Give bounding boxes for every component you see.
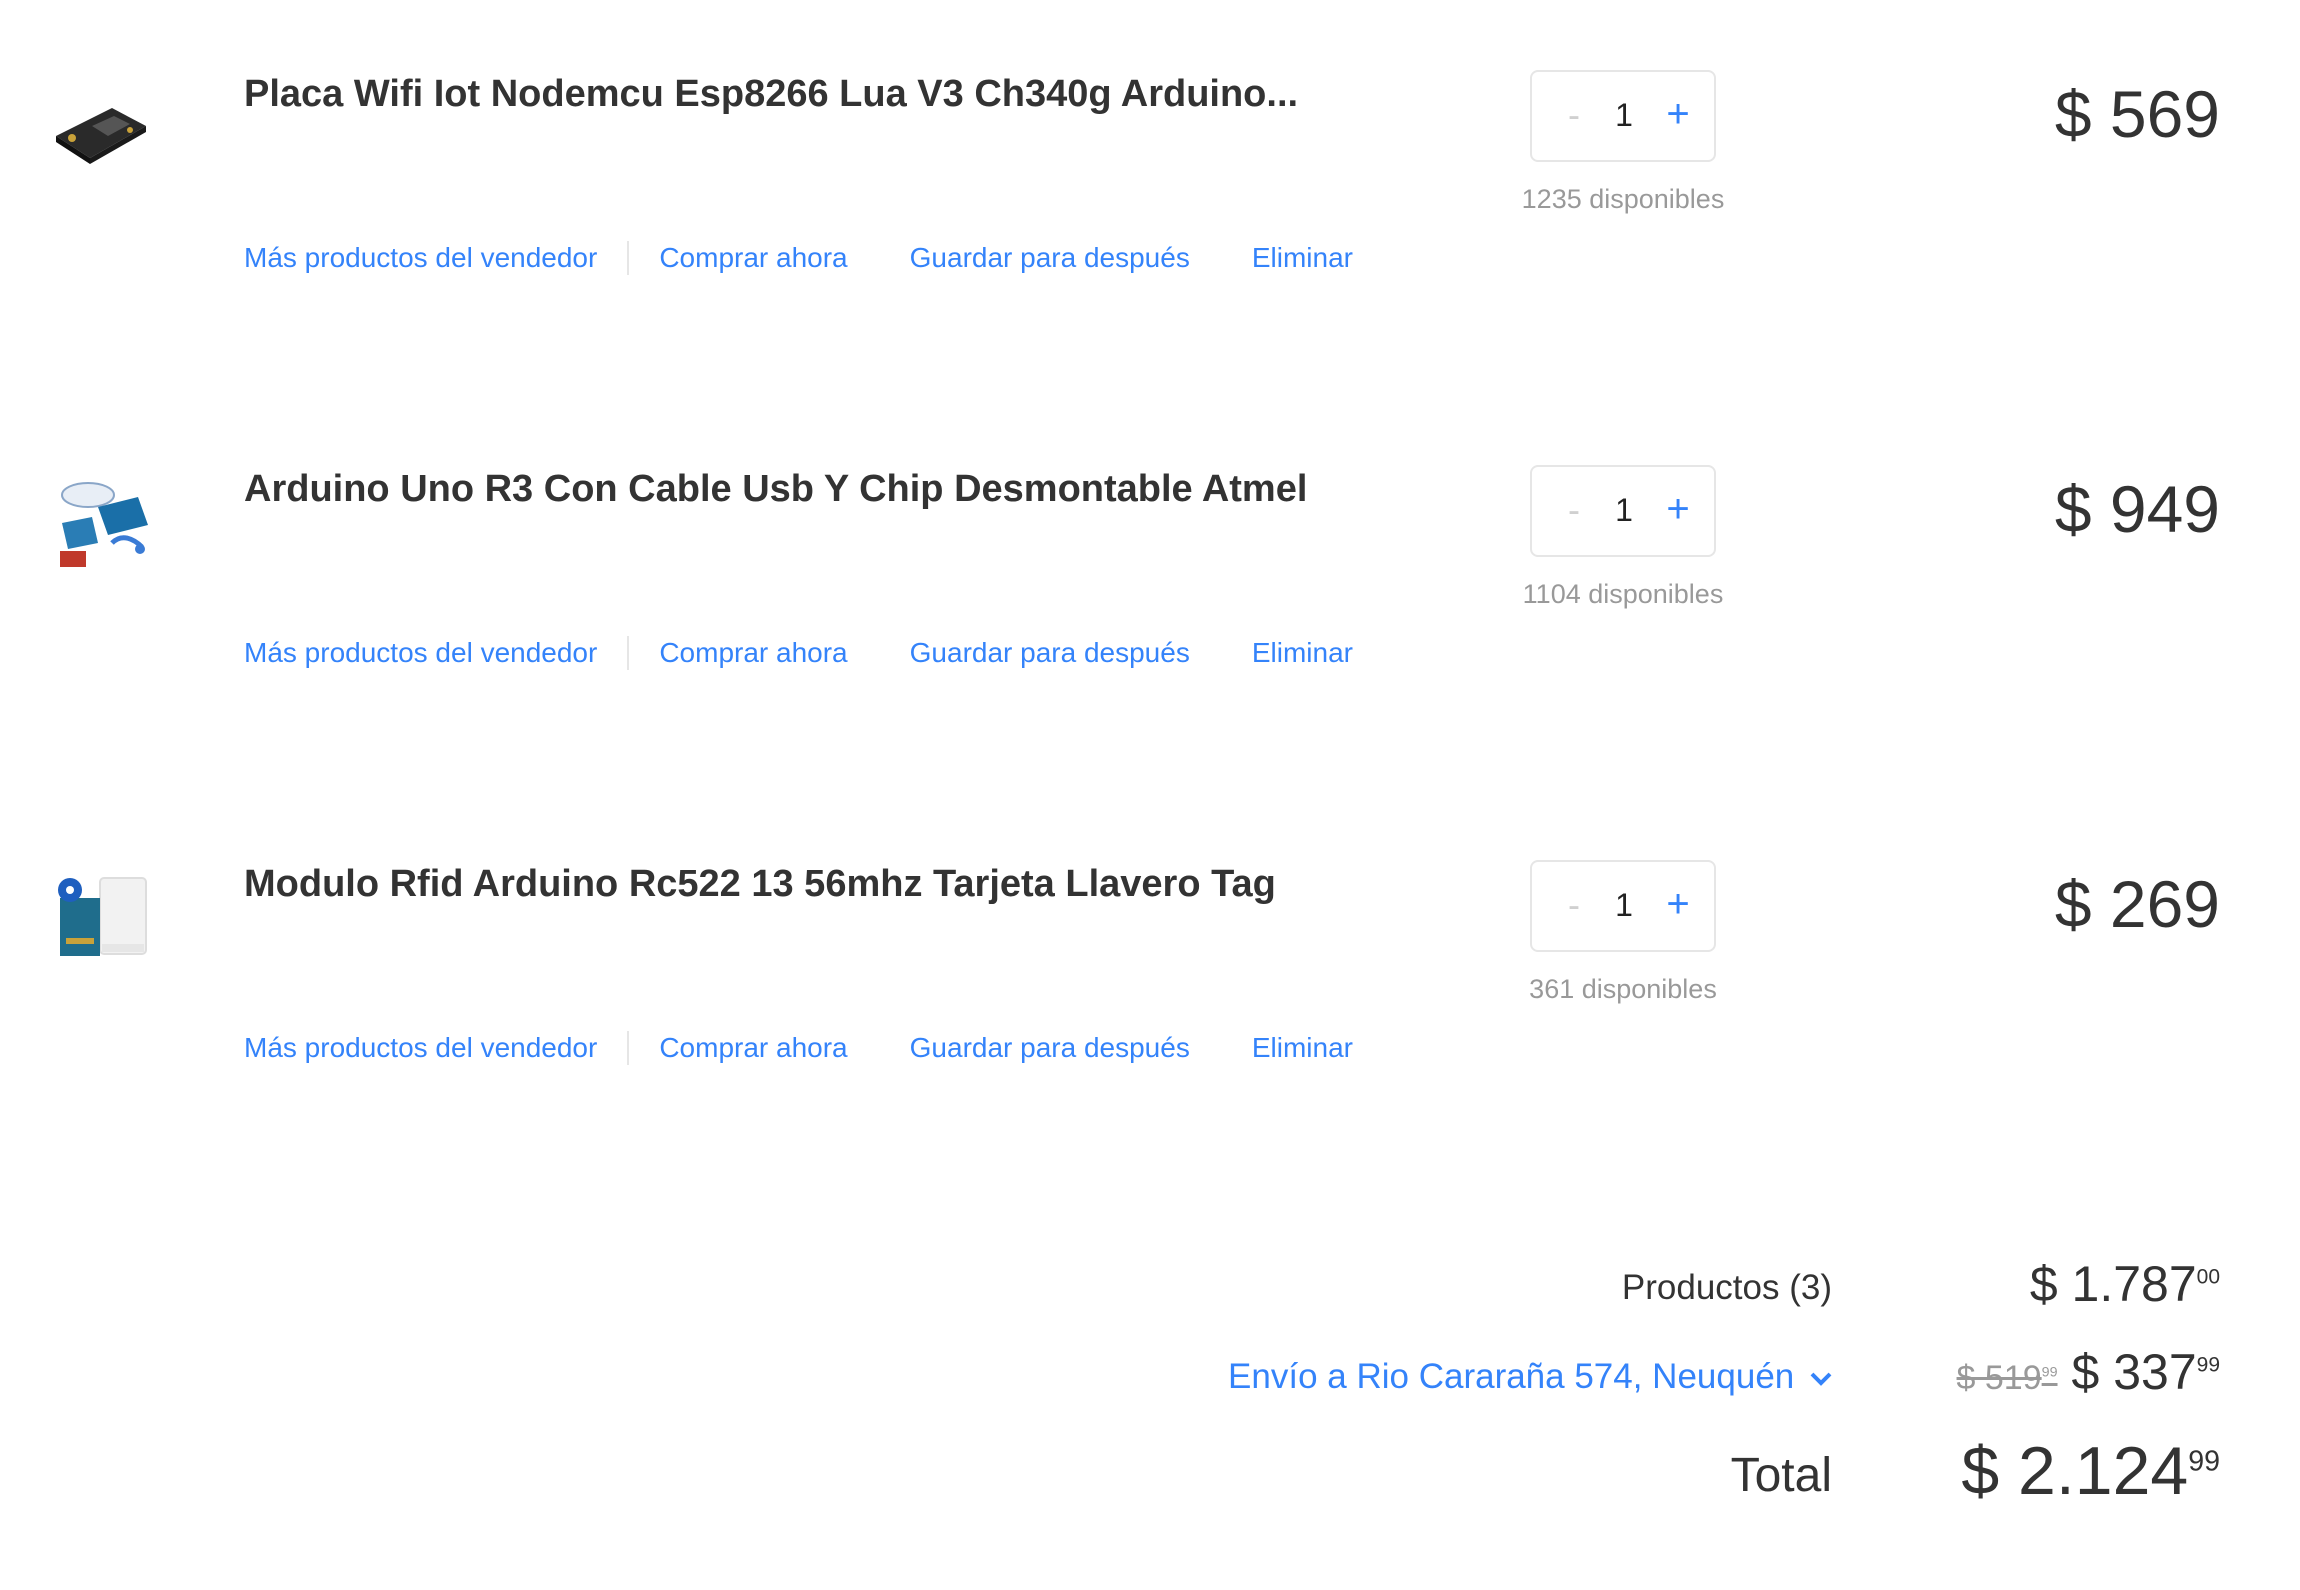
item-price: $ 269 xyxy=(2054,867,2220,941)
cart-item: Placa Wifi Iot Nodemcu Esp8266 Lua V3 Ch… xyxy=(0,70,2300,400)
decrease-quantity-button[interactable]: - xyxy=(1554,485,1594,535)
product-title[interactable]: Arduino Uno R3 Con Cable Usb Y Chip Desm… xyxy=(244,465,1334,513)
cart-item: Arduino Uno R3 Con Cable Usb Y Chip Desm… xyxy=(0,465,2300,795)
more-seller-products-link[interactable]: Más productos del vendedor xyxy=(244,242,597,274)
item-actions: Más productos del vendedor Comprar ahora… xyxy=(244,1028,1353,1068)
divider xyxy=(627,241,630,275)
product-thumbnail[interactable] xyxy=(52,868,152,968)
item-actions: Más productos del vendedor Comprar ahora… xyxy=(244,238,1353,278)
stock-available: 1104 disponibles xyxy=(1522,579,1724,609)
quantity-stepper: - 1 + xyxy=(1530,860,1716,952)
increase-quantity-button[interactable]: + xyxy=(1656,485,1700,535)
product-thumbnail[interactable] xyxy=(52,78,152,178)
shipping-old-cents: 99 xyxy=(2041,1364,2058,1381)
products-subtotal: $ 1.78700 xyxy=(2030,1255,2220,1313)
decrease-quantity-button[interactable]: - xyxy=(1554,880,1594,930)
delete-link[interactable]: Eliminar xyxy=(1252,637,1353,669)
total-price: $ 2.12499 xyxy=(1961,1432,2220,1510)
products-subtotal-cents: 00 xyxy=(2196,1265,2220,1289)
cart-item: Modulo Rfid Arduino Rc522 13 56mhz Tarje… xyxy=(0,860,2300,1190)
buy-now-link[interactable]: Comprar ahora xyxy=(659,1032,847,1064)
quantity-stepper: - 1 + xyxy=(1530,465,1716,557)
increase-quantity-button[interactable]: + xyxy=(1656,90,1700,140)
stock-available: 361 disponibles xyxy=(1529,974,1717,1004)
divider xyxy=(627,1031,630,1065)
products-count-label: Productos (3) xyxy=(1621,1268,1832,1307)
product-title[interactable]: Modulo Rfid Arduino Rc522 13 56mhz Tarje… xyxy=(244,860,1334,908)
shipping-price-amount: $ 337 xyxy=(2071,1344,2197,1400)
increase-quantity-button[interactable]: + xyxy=(1656,880,1700,930)
shipping-old-price: $ 51999 xyxy=(1957,1359,2058,1397)
save-for-later-link[interactable]: Guardar para después xyxy=(910,637,1190,669)
quantity-value[interactable]: 1 xyxy=(1598,880,1650,930)
shipping-cost: $ 51999 $ 33799 xyxy=(1957,1343,2220,1401)
buy-now-link[interactable]: Comprar ahora xyxy=(659,242,847,274)
total-label: Total xyxy=(1730,1449,1832,1502)
quantity-value[interactable]: 1 xyxy=(1598,485,1650,535)
product-thumbnail[interactable] xyxy=(52,473,152,573)
shipping-address-label: Envío a Rio Cararaña 574, Neuquén xyxy=(1228,1357,1795,1396)
shipping-price-cents: 99 xyxy=(2196,1353,2220,1377)
product-title[interactable]: Placa Wifi Iot Nodemcu Esp8266 Lua V3 Ch… xyxy=(244,70,1334,118)
quantity-value[interactable]: 1 xyxy=(1598,90,1650,140)
more-seller-products-link[interactable]: Más productos del vendedor xyxy=(244,1032,597,1064)
shipping-address-selector[interactable]: Envío a Rio Cararaña 574, Neuquén xyxy=(1228,1357,1832,1397)
shipping-old-amount: $ 519 xyxy=(1956,1359,2042,1397)
quantity-stepper: - 1 + xyxy=(1530,70,1716,162)
decrease-quantity-button[interactable]: - xyxy=(1554,90,1594,140)
save-for-later-link[interactable]: Guardar para después xyxy=(910,1032,1190,1064)
more-seller-products-link[interactable]: Más productos del vendedor xyxy=(244,637,597,669)
total-cents: 99 xyxy=(2188,1445,2220,1478)
divider xyxy=(627,636,630,670)
delete-link[interactable]: Eliminar xyxy=(1252,1032,1353,1064)
stock-available: 1235 disponibles xyxy=(1521,184,1725,214)
item-price: $ 949 xyxy=(2054,472,2220,546)
item-actions: Más productos del vendedor Comprar ahora… xyxy=(244,633,1353,673)
chevron-down-icon xyxy=(1810,1372,1832,1386)
buy-now-link[interactable]: Comprar ahora xyxy=(659,637,847,669)
delete-link[interactable]: Eliminar xyxy=(1252,242,1353,274)
products-subtotal-amount: $ 1.787 xyxy=(2029,1256,2197,1312)
save-for-later-link[interactable]: Guardar para después xyxy=(910,242,1190,274)
item-price: $ 569 xyxy=(2054,77,2220,151)
total-amount: $ 2.124 xyxy=(1961,1433,2189,1509)
